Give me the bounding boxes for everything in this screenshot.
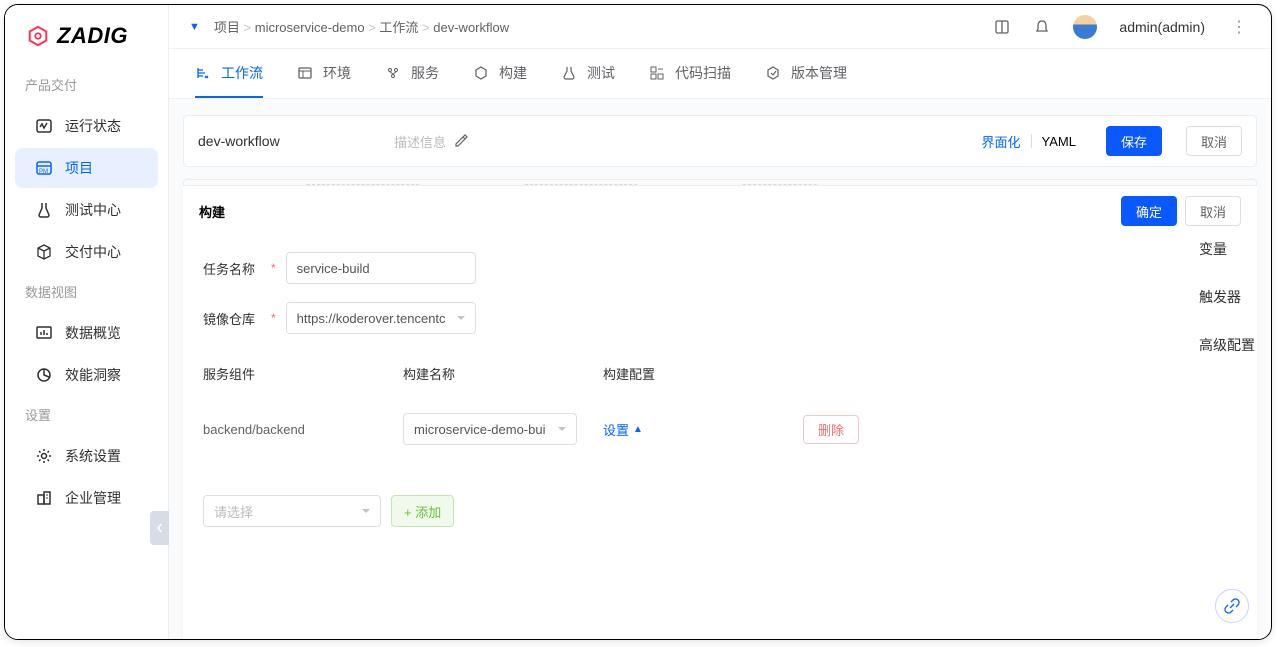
sidebar-item-label: 运行状态 — [65, 116, 121, 136]
sidebar-item[interactable]: 效能洞察 — [15, 355, 158, 395]
pie-icon — [35, 366, 53, 384]
breadcrumb: ▼ 项目 > microservice-demo > 工作流 > dev-wor… — [189, 17, 509, 36]
sidebar-item[interactable]: 测试中心 — [15, 190, 158, 230]
sidebar-section-label: 产品交付 — [5, 67, 168, 104]
breadcrumb-item[interactable]: dev-workflow — [433, 20, 509, 35]
sidebar-section-label: 设置 — [5, 397, 168, 434]
tab-4[interactable]: 测试 — [561, 49, 615, 98]
logo-icon — [27, 25, 49, 47]
registry-label: 镜像仓库 — [203, 309, 261, 328]
chevron-left-icon — [155, 523, 165, 533]
breadcrumb-dropdown-icon[interactable]: ▼ — [189, 21, 200, 33]
tab-3[interactable]: 构建 — [473, 49, 527, 98]
view-visual[interactable]: 界面化 — [982, 132, 1021, 151]
gear-icon — [35, 447, 53, 465]
task-name-label: 任务名称 — [203, 259, 261, 278]
config-link[interactable]: 设置▲ — [603, 420, 783, 439]
tab-icon — [649, 65, 665, 81]
add-service-select[interactable]: 请选择 — [203, 495, 381, 527]
sidebar-item[interactable]: 运行状态 — [15, 106, 158, 146]
required-mark: * — [271, 261, 276, 275]
build-panel: 构建 确定 取消 任务名称 * 镜像仓库 — [183, 185, 1257, 639]
activity-icon — [35, 117, 53, 135]
box-icon — [35, 243, 53, 261]
task-name-input[interactable] — [286, 252, 476, 284]
logo-text: ZADIG — [57, 23, 128, 49]
workflow-name: dev-workflow — [198, 133, 378, 149]
building-icon — [35, 489, 53, 507]
sidebar-item-label: 交付中心 — [65, 242, 121, 262]
add-button[interactable]: + 添加 — [391, 495, 454, 527]
sidebar-item-label: 系统设置 — [65, 446, 121, 466]
project-icon: PM — [35, 159, 53, 177]
tab-1[interactable]: 环境 — [297, 49, 351, 98]
panel-confirm-button[interactable]: 确定 — [1121, 196, 1177, 226]
more-icon[interactable]: ⋮ — [1227, 17, 1251, 37]
workspace: dev-workflow 描述信息 界面化 YAML 保存 取消 — [169, 99, 1271, 639]
username[interactable]: admin(admin) — [1119, 19, 1205, 35]
svg-text:PM: PM — [39, 169, 48, 175]
save-button[interactable]: 保存 — [1106, 126, 1162, 156]
breadcrumb-item[interactable]: microservice-demo — [255, 20, 365, 35]
breadcrumb-item[interactable]: 工作流 — [379, 20, 418, 35]
breadcrumb-item[interactable]: 项目 — [214, 20, 240, 35]
tab-icon — [195, 65, 211, 81]
rail-vars[interactable]: 变量 — [1181, 239, 1227, 259]
link-icon — [1224, 598, 1240, 614]
sidebar-item[interactable]: PM 项目 — [15, 148, 158, 188]
tab-icon — [385, 65, 401, 81]
avatar[interactable] — [1073, 15, 1097, 39]
sidebar-item[interactable]: 系统设置 — [15, 436, 158, 476]
tab-icon — [561, 65, 577, 81]
sidebar-item[interactable]: 交付中心 — [15, 232, 158, 272]
help-fab[interactable] — [1215, 589, 1249, 623]
cell-service: backend/backend — [203, 422, 403, 437]
rail-advanced[interactable]: 高级配置 — [1181, 335, 1255, 355]
caret-up-icon: ▲ — [633, 424, 643, 435]
project-tabs: 工作流环境服务构建测试代码扫描版本管理 — [169, 49, 1271, 99]
sidebar-item-label: 数据概览 — [65, 323, 121, 343]
sidebar-item[interactable]: 数据概览 — [15, 313, 158, 353]
view-switch: 界面化 YAML — [982, 132, 1076, 151]
tab-5[interactable]: 代码扫描 — [649, 49, 731, 98]
workflow-header: dev-workflow 描述信息 界面化 YAML 保存 取消 — [183, 115, 1257, 167]
sidebar-collapse[interactable] — [150, 511, 170, 545]
main: ▼ 项目 > microservice-demo > 工作流 > dev-wor… — [169, 5, 1271, 639]
topbar: ▼ 项目 > microservice-demo > 工作流 > dev-wor… — [169, 5, 1271, 49]
sidebar-section-label: 数据视图 — [5, 274, 168, 311]
right-rail: 变量 触发器 高级配置 — [1181, 99, 1271, 355]
col-service: 服务组件 — [203, 364, 403, 383]
delete-button[interactable]: 删除 — [803, 415, 859, 444]
build-table-head: 服务组件 构建名称 构建配置 — [203, 364, 1237, 383]
tab-icon — [765, 65, 781, 81]
rail-triggers[interactable]: 触发器 — [1181, 287, 1241, 307]
sidebar-item[interactable]: 企业管理 — [15, 478, 158, 518]
bell-icon[interactable] — [1033, 18, 1051, 36]
tab-2[interactable]: 服务 — [385, 49, 439, 98]
logo[interactable]: ZADIG — [5, 19, 168, 67]
docs-icon[interactable] — [993, 18, 1011, 36]
tab-icon — [473, 65, 489, 81]
panel-title: 构建 — [199, 202, 225, 221]
required-mark: * — [271, 311, 276, 325]
sidebar-item-label: 企业管理 — [65, 488, 121, 508]
build-name-select[interactable]: microservice-demo-bui — [403, 413, 577, 445]
sidebar: ZADIG 产品交付运行状态 PM 项目测试中心交付中心数据视图数据概览效能洞察设置… — [5, 5, 169, 639]
flask-icon — [35, 201, 53, 219]
sidebar-item-label: 项目 — [65, 158, 93, 178]
edit-icon[interactable] — [454, 134, 468, 148]
desc-placeholder: 描述信息 — [394, 132, 446, 151]
tab-icon — [297, 65, 313, 81]
sidebar-item-label: 效能洞察 — [65, 365, 121, 385]
col-build-config: 构建配置 — [603, 364, 803, 383]
chart-icon — [35, 324, 53, 342]
sidebar-item-label: 测试中心 — [65, 200, 121, 220]
tab-6[interactable]: 版本管理 — [765, 49, 847, 98]
registry-select[interactable]: https://koderover.tencentc — [286, 302, 476, 334]
tab-0[interactable]: 工作流 — [195, 49, 263, 98]
view-yaml[interactable]: YAML — [1042, 134, 1076, 149]
col-build-name: 构建名称 — [403, 364, 603, 383]
build-table-row: backend/backend microservice-demo-bui 设置… — [203, 413, 1237, 445]
